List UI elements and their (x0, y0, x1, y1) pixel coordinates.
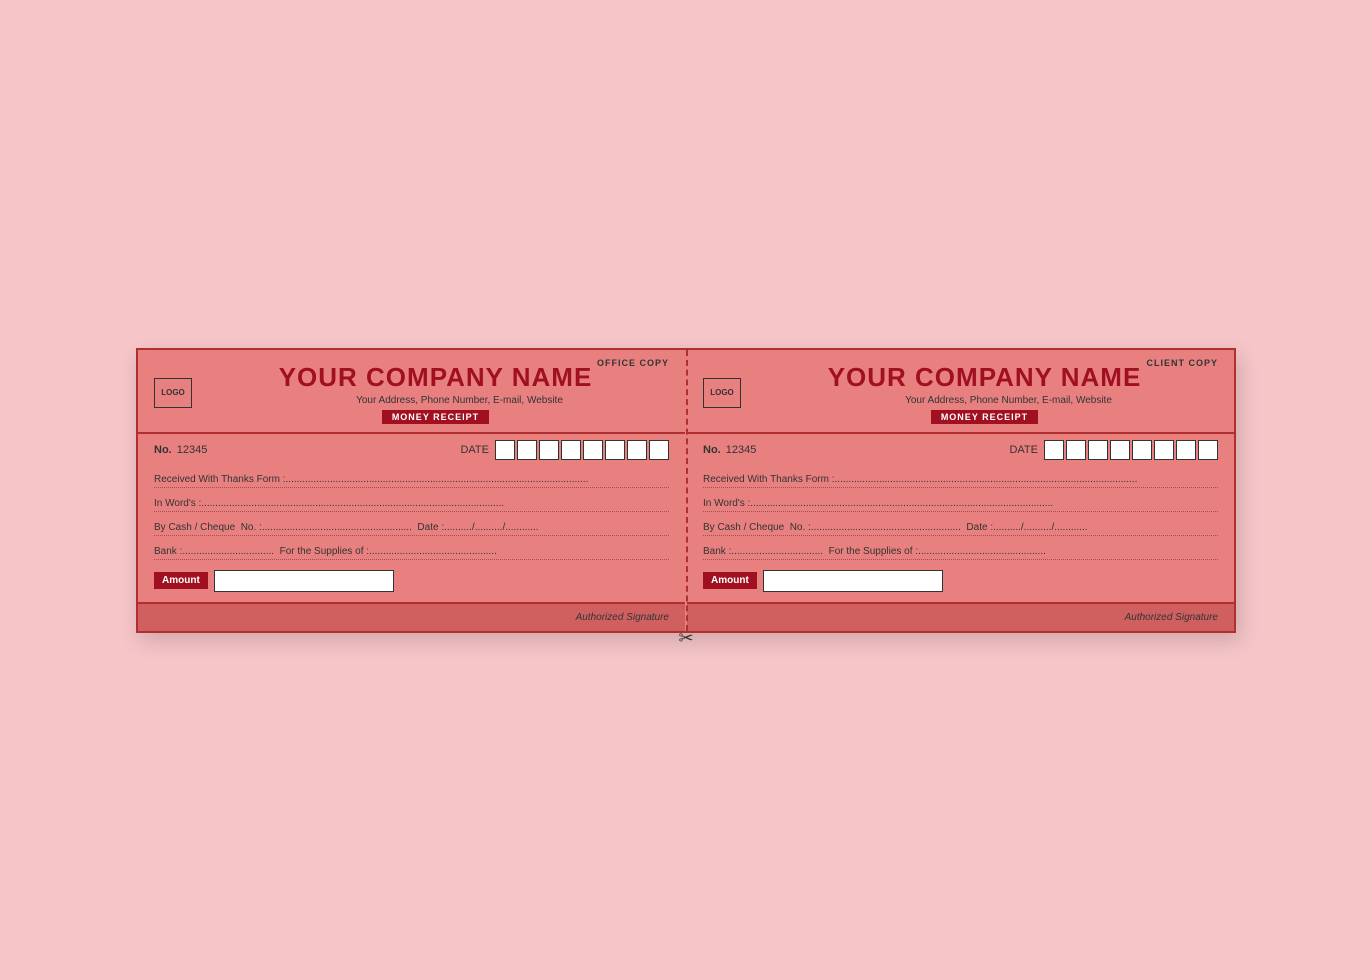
office-date-box-2[interactable] (517, 440, 537, 460)
client-date-box-2[interactable] (1066, 440, 1086, 460)
office-field-cash-cheque: By Cash / Cheque No. :..................… (154, 522, 669, 536)
office-date-box-8[interactable] (649, 440, 669, 460)
client-logo: LOGO (703, 378, 741, 408)
client-field-cash-cheque: By Cash / Cheque No. :..................… (703, 522, 1218, 536)
office-no-section: No. 12345 (154, 444, 207, 456)
office-money-receipt-badge: MONEY RECEIPT (382, 410, 489, 424)
client-company-address: Your Address, Phone Number, E-mail, Webs… (857, 395, 1112, 406)
receipt-divider: ✂ (685, 350, 687, 631)
office-no-label: No. (154, 444, 172, 456)
office-amount-badge: Amount (154, 572, 208, 589)
office-amount-input[interactable] (214, 570, 394, 592)
client-date-section: DATE (1009, 440, 1218, 460)
divider-line (686, 350, 688, 631)
client-date-box-1[interactable] (1044, 440, 1064, 460)
client-date-box-6[interactable] (1154, 440, 1174, 460)
office-copy-label: OFFICE COPY (597, 358, 669, 368)
client-amount-row: Amount (703, 570, 1218, 592)
office-company-address: Your Address, Phone Number, E-mail, Webs… (308, 395, 563, 406)
office-copy-header: OFFICE COPY LOGO YOUR COMPANY NAME Your … (138, 350, 685, 434)
client-copy-footer: Authorized Signature (687, 602, 1234, 631)
office-field-received: Received With Thanks Form :.............… (154, 474, 669, 488)
office-no-value: 12345 (177, 444, 208, 456)
office-date-box-1[interactable] (495, 440, 515, 460)
scissors-icon: ✂ (678, 628, 693, 649)
client-amount-badge: Amount (703, 572, 757, 589)
client-company-row: LOGO YOUR COMPANY NAME Your Address, Pho… (703, 362, 1218, 424)
client-no-value: 12345 (726, 444, 757, 456)
client-date-label: DATE (1009, 444, 1038, 456)
office-date-boxes (495, 440, 669, 460)
office-date-box-6[interactable] (605, 440, 625, 460)
client-money-receipt-badge: MONEY RECEIPT (931, 410, 1038, 424)
client-field-received: Received With Thanks Form :.............… (703, 474, 1218, 488)
office-date-box-5[interactable] (583, 440, 603, 460)
client-date-box-8[interactable] (1198, 440, 1218, 460)
office-copy-body: Received With Thanks Form :.............… (138, 464, 685, 602)
office-field-bank: Bank :................................. … (154, 546, 669, 560)
client-date-box-5[interactable] (1132, 440, 1152, 460)
client-no-date-row: No. 12345 DATE (687, 434, 1234, 464)
client-no-section: No. 12345 (703, 444, 756, 456)
client-date-box-7[interactable] (1176, 440, 1196, 460)
office-amount-row: Amount (154, 570, 669, 592)
client-copy-header: CLIENT COPY LOGO YOUR COMPANY NAME Your … (687, 350, 1234, 434)
office-company-name: YOUR COMPANY NAME (279, 362, 593, 393)
client-copy: CLIENT COPY LOGO YOUR COMPANY NAME Your … (687, 350, 1234, 631)
office-company-row: LOGO YOUR COMPANY NAME Your Address, Pho… (154, 362, 669, 424)
client-date-boxes (1044, 440, 1218, 460)
client-company-info: YOUR COMPANY NAME Your Address, Phone Nu… (751, 362, 1218, 424)
office-field-inwords: In Word's :.............................… (154, 498, 669, 512)
client-authorized-signature: Authorized Signature (1125, 612, 1218, 623)
office-copy: OFFICE COPY LOGO YOUR COMPANY NAME Your … (138, 350, 685, 631)
office-company-info: YOUR COMPANY NAME Your Address, Phone Nu… (202, 362, 669, 424)
office-no-date-row: No. 12345 DATE (138, 434, 685, 464)
office-copy-footer: Authorized Signature (138, 602, 685, 631)
office-date-box-7[interactable] (627, 440, 647, 460)
receipt-document: OFFICE COPY LOGO YOUR COMPANY NAME Your … (136, 348, 1236, 633)
office-authorized-signature: Authorized Signature (576, 612, 669, 623)
office-logo: LOGO (154, 378, 192, 408)
office-date-box-3[interactable] (539, 440, 559, 460)
client-date-box-4[interactable] (1110, 440, 1130, 460)
office-date-box-4[interactable] (561, 440, 581, 460)
client-no-label: No. (703, 444, 721, 456)
client-field-bank: Bank :................................. … (703, 546, 1218, 560)
client-copy-body: Received With Thanks Form :.............… (687, 464, 1234, 602)
client-date-box-3[interactable] (1088, 440, 1108, 460)
client-field-inwords: In Word's :.............................… (703, 498, 1218, 512)
client-amount-input[interactable] (763, 570, 943, 592)
office-date-section: DATE (460, 440, 669, 460)
client-company-name: YOUR COMPANY NAME (828, 362, 1142, 393)
office-date-label: DATE (460, 444, 489, 456)
client-copy-label: CLIENT COPY (1146, 358, 1218, 368)
